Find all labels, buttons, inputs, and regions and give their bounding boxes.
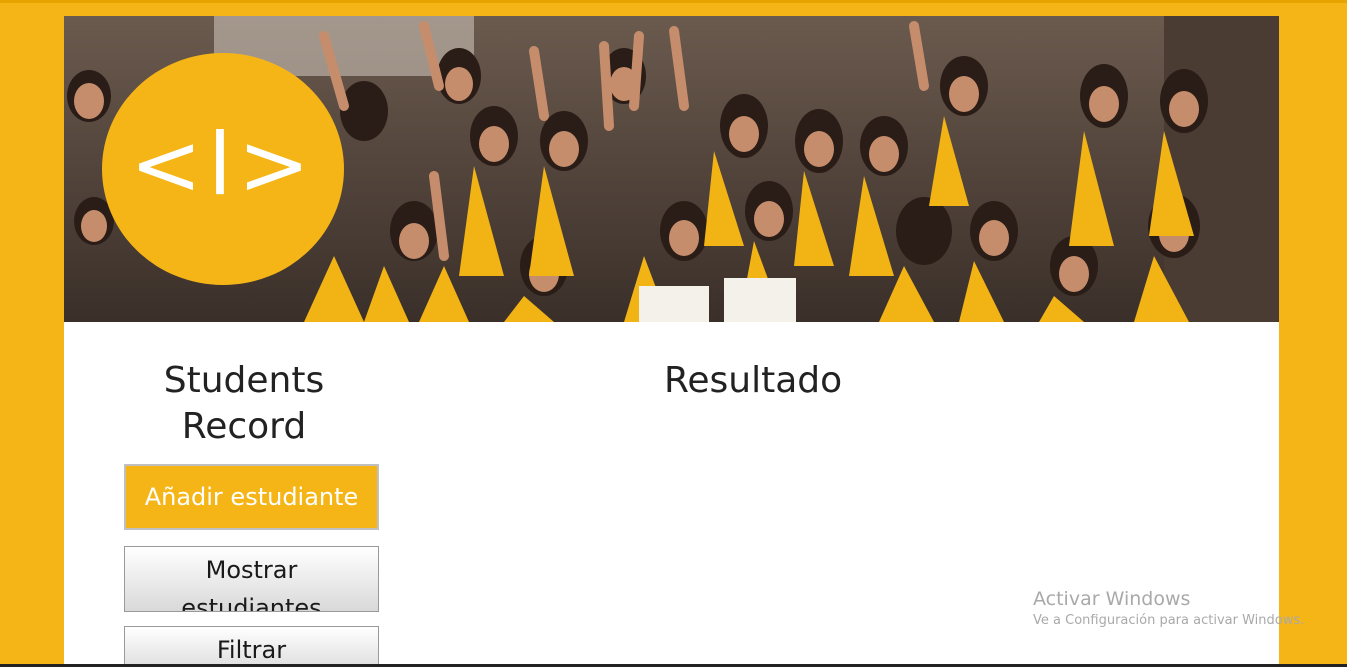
show-students-label-line1: Mostrar [205,556,298,584]
windows-activation-watermark: Activar Windows Ve a Configuración para … [1033,588,1304,632]
show-students-label-line2: estudiantes [181,594,322,612]
watermark-subtitle: Ve a Configuración para activar Windows. [1033,613,1305,628]
page-container: <l> Students Record Resultado Añadir est… [64,16,1279,667]
header-banner-photo: <l> [64,16,1279,322]
add-student-button[interactable]: Añadir estudiante [124,464,379,530]
filter-button-label: Filtrar [216,636,287,664]
top-border [0,0,1347,3]
watermark-title: Activar Windows [1033,588,1191,610]
logo-text: <l> [129,115,316,215]
filter-button[interactable]: Filtrar [124,626,379,667]
add-student-button-label: Añadir estudiante [144,483,359,511]
sidebar-title-line2: Record [181,406,307,447]
show-students-button[interactable]: Mostrar estudiantes [124,546,379,612]
result-title: Resultado [664,360,843,401]
sidebar-title-line1: Students [163,360,325,401]
logo-badge: <l> [102,53,344,285]
sidebar-title: Students Record [124,358,364,450]
